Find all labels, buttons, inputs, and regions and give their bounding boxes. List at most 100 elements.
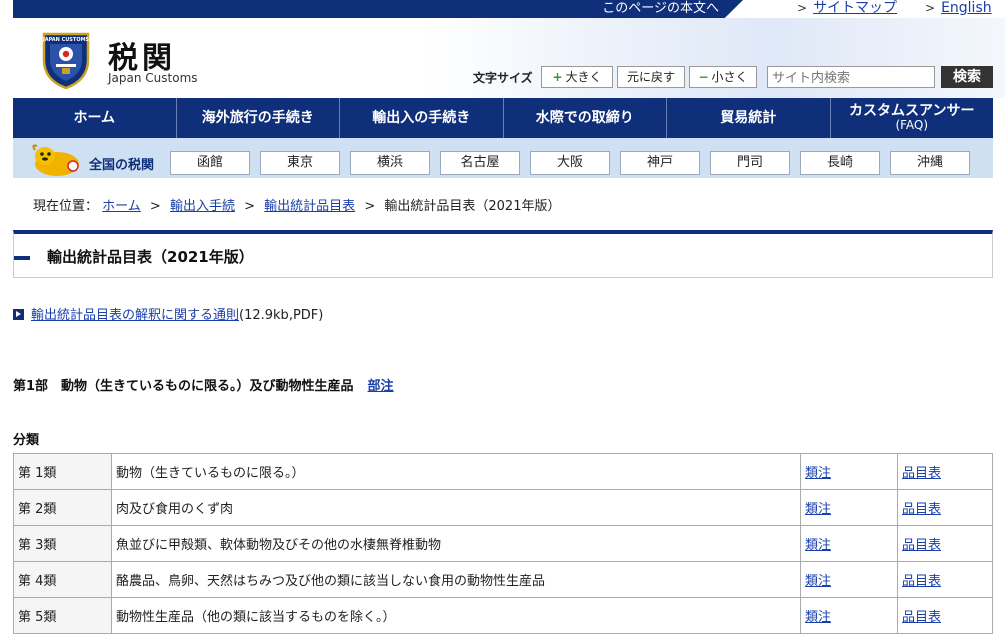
plus-icon: + (552, 70, 563, 84)
page-title: 輸出統計品目表（2021年版） (47, 248, 254, 266)
city-link-moji[interactable]: 門司 (710, 151, 790, 175)
arrow-right-square-icon (13, 309, 24, 320)
city-link-tokyo[interactable]: 東京 (260, 151, 340, 175)
mascot-icon (32, 144, 79, 176)
breadcrumb-current: 輸出統計品目表（2021年版） (384, 199, 561, 214)
regional-customs-label: 全国の税関 (89, 158, 155, 173)
nav-import-export[interactable]: 輸出入の手続き (340, 98, 504, 138)
page-heading-box: 輸出統計品目表（2021年版） (13, 230, 993, 278)
table-row: 第 3類 魚並びに甲殻類、軟体動物及びその他の水棲無脊椎動物 類注 品目表 (13, 525, 993, 562)
nav-customs-answer[interactable]: カスタムスアンサー (FAQ) (831, 98, 994, 138)
nav-import-export-label: 輸出入の手続き (372, 110, 471, 126)
chapter-number: 第 4類 (13, 561, 112, 598)
chapter-notes-link[interactable]: 類注 (805, 502, 831, 517)
chapter-number: 第 1類 (13, 453, 112, 490)
nav-border-control-label: 水際での取締り (535, 110, 634, 126)
breadcrumb-separator: > (364, 199, 376, 214)
main-navigation: ホーム 海外旅行の手続き 輸出入の手続き 水際での取締り 貿易統計 カスタムスア… (13, 98, 993, 138)
customs-emblem-icon[interactable]: JAPAN CUSTOMS (40, 30, 92, 90)
chapter-description: 動物（生きているものに限る。） (111, 453, 801, 490)
chapter-list-cell: 品目表 (897, 561, 993, 598)
rules-document-row: 輸出統計品目表の解釈に関する通則(12.9kb,PDF) (13, 304, 323, 323)
regional-customs-nav: 全国の税関 函館 東京 横浜 名古屋 大阪 神戸 門司 長崎 沖縄 (13, 138, 993, 178)
chapter-list-link[interactable]: 品目表 (902, 574, 941, 589)
nav-home[interactable]: ホーム (13, 98, 177, 138)
english-link-wrap: > English (925, 0, 992, 16)
nav-overseas-travel-label: 海外旅行の手続き (201, 110, 314, 126)
table-row: 第 2類 肉及び食用のくず肉 類注 品目表 (13, 489, 993, 526)
classification-label: 分類 (13, 433, 40, 448)
chapter-notes-link[interactable]: 類注 (805, 538, 831, 553)
top-utility-bar: このページの本文へ > サイトマップ > English (0, 0, 1005, 18)
city-link-hakodate[interactable]: 函館 (170, 151, 250, 175)
chapter-list-link[interactable]: 品目表 (902, 466, 941, 481)
minus-icon: − (698, 70, 709, 84)
chapter-notes-cell: 類注 (800, 489, 898, 526)
table-row: 第 4類 酪農品、鳥卵、天然はちみつ及び他の類に該当しない食用の動物性生産品 類… (13, 561, 993, 598)
city-link-nagasaki[interactable]: 長崎 (800, 151, 880, 175)
site-search-input[interactable] (767, 66, 935, 88)
table-row: 第 1類 動物（生きているものに限る。） 類注 品目表 (13, 453, 993, 490)
sitemap-link[interactable]: サイトマップ (813, 0, 897, 16)
chapter-list-cell: 品目表 (897, 597, 993, 634)
sitemap-link-wrap: > サイトマップ (797, 0, 897, 16)
chapter-notes-link[interactable]: 類注 (805, 610, 831, 625)
chapter-list-link[interactable]: 品目表 (902, 610, 941, 625)
skip-to-content-link[interactable]: このページの本文へ (13, 0, 743, 18)
city-link-yokohama[interactable]: 横浜 (350, 151, 430, 175)
font-larger-button[interactable]: + 大きく (541, 66, 613, 88)
city-link-kobe[interactable]: 神戸 (620, 151, 700, 175)
chapter-number: 第 5類 (13, 597, 112, 634)
city-link-osaka[interactable]: 大阪 (530, 151, 610, 175)
city-link-okinawa[interactable]: 沖縄 (890, 151, 970, 175)
chapter-list-cell: 品目表 (897, 489, 993, 526)
section-notes-link[interactable]: 部注 (368, 379, 394, 394)
chapter-notes-link[interactable]: 類注 (805, 466, 831, 481)
chapter-number: 第 3類 (13, 525, 112, 562)
font-larger-label: 大きく (565, 70, 602, 84)
chapter-description: 動物性生産品（他の類に該当するものを除く。） (111, 597, 801, 634)
chevron-right-icon: > (797, 1, 808, 15)
nav-overseas-travel[interactable]: 海外旅行の手続き (177, 98, 340, 138)
font-smaller-label: 小さく (711, 70, 748, 84)
chapter-description: 魚並びに甲殻類、軟体動物及びその他の水棲無脊椎動物 (111, 525, 801, 562)
breadcrumb: 現在位置： ホーム > 輸出入手続 > 輸出統計品目表 > 輸出統計品目表（20… (33, 195, 560, 214)
search-button[interactable]: 検索 (941, 66, 993, 88)
nav-border-control[interactable]: 水際での取締り (504, 98, 667, 138)
chapter-notes-link[interactable]: 類注 (805, 574, 831, 589)
chapter-list-cell: 品目表 (897, 453, 993, 490)
section-heading: 第1部 動物（生きているものに限る。）及び動物性生産品 部注 (13, 375, 394, 394)
section-title: 第1部 動物（生きているものに限る。）及び動物性生産品 (13, 379, 354, 394)
city-link-nagoya[interactable]: 名古屋 (440, 151, 520, 175)
heading-marker (14, 256, 30, 260)
nav-trade-statistics-label: 貿易統計 (720, 110, 777, 126)
chapter-notes-cell: 類注 (800, 597, 898, 634)
chapter-list-link[interactable]: 品目表 (902, 502, 941, 517)
english-link[interactable]: English (941, 0, 992, 16)
chapter-description: 酪農品、鳥卵、天然はちみつ及び他の類に該当しない食用の動物性生産品 (111, 561, 801, 598)
font-smaller-button[interactable]: − 小さく (689, 66, 757, 88)
chapter-table: 第 1類 動物（生きているものに限る。） 類注 品目表 第 2類 肉及び食用のく… (13, 453, 993, 634)
rules-document-link[interactable]: 輸出統計品目表の解釈に関する通則 (31, 308, 239, 323)
nav-trade-statistics[interactable]: 貿易統計 (667, 98, 831, 138)
chapter-notes-cell: 類注 (800, 525, 898, 562)
chapter-description: 肉及び食用のくず肉 (111, 489, 801, 526)
breadcrumb-prefix: 現在位置： (33, 199, 99, 214)
breadcrumb-export-tariff[interactable]: 輸出統計品目表 (264, 199, 355, 214)
nav-home-label: ホーム (73, 110, 116, 126)
chapter-number: 第 2類 (13, 489, 112, 526)
breadcrumb-separator: > (149, 199, 161, 214)
skip-to-content-label: このページの本文へ (602, 1, 719, 16)
breadcrumb-import-export[interactable]: 輸出入手続 (170, 199, 235, 214)
chapter-list-link[interactable]: 品目表 (902, 538, 941, 553)
rules-document-meta: (12.9kb,PDF) (239, 308, 324, 323)
site-subtitle: Japan Customs (108, 71, 198, 85)
chapter-notes-cell: 類注 (800, 453, 898, 490)
site-header: JAPAN CUSTOMS 税関 Japan Customs 文字サイズ + 大き… (0, 18, 1005, 98)
breadcrumb-home[interactable]: ホーム (102, 199, 141, 214)
font-reset-button[interactable]: 元に戻す (617, 66, 685, 88)
breadcrumb-separator: > (244, 199, 256, 214)
chapter-list-cell: 品目表 (897, 525, 993, 562)
nav-customs-answer-sub: (FAQ) (895, 118, 929, 132)
emblem-text: JAPAN CUSTOMS (42, 37, 90, 43)
